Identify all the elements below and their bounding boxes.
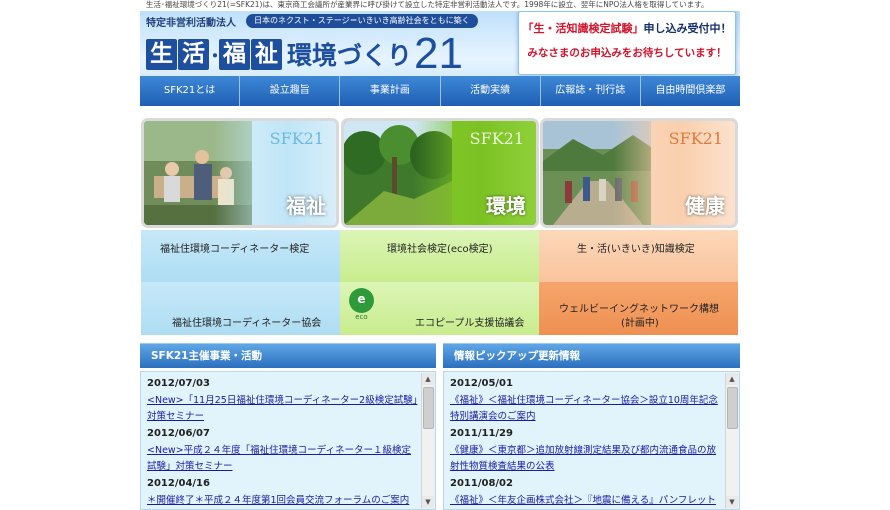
entry-list: 2012/07/03 <New>「11月25日福祉住環境コーディネーター2級検定… [147, 376, 419, 509]
entry-link[interactable]: 《福祉》＜年友企画株式会社＞『地震に備える』パンフレットのご [450, 493, 723, 509]
tile-welfare[interactable]: SFK21 福祉 [141, 118, 339, 228]
entry-link[interactable]: 《健康》＜東京都＞追加放射線測定結果及び都内流通食品の放射性物質検査結果の公表 [450, 443, 723, 475]
notice-exam-name: 「生・活知識検定試験」 [522, 22, 644, 35]
panel-scroll-area[interactable]: 2012/05/01 《福祉》＜福祉住環境コーディネーター協会＞設立10周年記念… [443, 371, 740, 510]
nav-purpose[interactable]: 設立趣旨 [240, 76, 341, 106]
logo-number: 21 [414, 29, 463, 78]
program-label: ウェルビーイングネットワーク構想 [559, 304, 719, 315]
nav-about[interactable]: SFK21とは [140, 76, 241, 106]
site-description: 生活･福祉環境づくり21(=SFK21)は、東京商工会議所が産業界に呼び掛けて設… [146, 0, 709, 9]
nav-publications[interactable]: 広報誌・刊行誌 [541, 76, 641, 106]
eco-people-logo-icon: e [349, 288, 374, 313]
scroll-thumb[interactable] [423, 387, 434, 429]
tile-label: 福祉 [286, 194, 326, 218]
entry-date: 2011/08/02 [450, 478, 513, 489]
entry-date: 2012/04/16 [147, 478, 210, 489]
logo-text: 環境づくり [287, 41, 413, 70]
logo-char: 祉 [251, 38, 282, 70]
site-header: 特定非営利活動法人 日本のネクスト・ステージ＝いきいき高齢社会をともに築く 生活… [140, 11, 740, 79]
scroll-down-icon[interactable]: ▼ [726, 496, 738, 508]
tile-label: 健康 [685, 194, 725, 218]
panel-title: SFK21主催事業・活動 [140, 343, 436, 368]
scrollbar[interactable]: ▲ ▼ [421, 373, 434, 508]
tile-health[interactable]: SFK21 健康 [540, 118, 738, 228]
exam-notice-banner[interactable]: 「生・活知識検定試験」申し込み受付中！ みなさまのお申込みをお待ちしています！ [518, 11, 736, 75]
tile-code: SFK21 [469, 129, 524, 148]
program-label: 福祉住環境コーディネーター検定 [160, 244, 310, 255]
notice-line-2: みなさまのお申込みをお待ちしています！ [527, 47, 727, 59]
logo-dot: ･ [210, 43, 220, 68]
program-welfare-association[interactable]: 福祉住環境コーディネーター協会 [141, 282, 340, 335]
notice-status: 申し込み受付中！ [643, 22, 732, 35]
panel-title: 情報ピックアップ更新情報 [443, 343, 740, 368]
program-label: エコピープル支援協議会 [415, 318, 525, 329]
program-status: (計画中) [621, 318, 659, 329]
org-type-label: 特定非営利活動法人 [146, 18, 236, 29]
main-nav: SFK21とは 設立趣旨 事業計画 活動実績 広報誌・刊行誌 自由時間倶楽部 [140, 76, 740, 106]
entry-date: 2012/06/07 [147, 428, 210, 439]
eco-people-logo-text: eco [355, 313, 368, 321]
scroll-up-icon[interactable]: ▲ [726, 373, 738, 385]
panel-scroll-area[interactable]: 2012/07/03 <New>「11月25日福祉住環境コーディネーター2級検定… [140, 371, 436, 510]
scroll-thumb[interactable] [727, 387, 738, 429]
logo-char: 福 [219, 38, 250, 70]
program-life-exam[interactable]: 生・活(いきいき)知識検定 [539, 230, 738, 282]
events-panel: SFK21主催事業・活動 2012/07/03 <New>「11月25日福祉住環… [140, 343, 436, 510]
entry-link[interactable]: <New>平成２４年度「福祉住環境コーディネーター１級検定試験」対策セミナー [147, 443, 419, 475]
nav-plan[interactable]: 事業計画 [340, 76, 441, 106]
site-logo[interactable]: 生活･福祉 環境づくり 21 [146, 29, 463, 78]
entry-list: 2012/05/01 《福祉》＜福祉住環境コーディネーター協会＞設立10周年記念… [450, 376, 723, 509]
program-label: 生・活(いきいき)知識検定 [577, 244, 695, 255]
program-welfare-exam[interactable]: 福祉住環境コーディネーター検定 [141, 230, 340, 282]
entry-link[interactable]: <New>「11月25日福祉住環境コーディネーター2級検定試験」対策セミナー [147, 393, 419, 425]
tile-environment[interactable]: SFK21 環境 [341, 118, 539, 228]
entry-date: 2012/07/03 [147, 378, 210, 389]
program-wellbeing-network[interactable]: ウェルビーイングネットワーク構想 (計画中) [539, 282, 738, 335]
program-label: 福祉住環境コーディネーター協会 [172, 318, 322, 329]
notice-line-1: 「生・活知識検定試験」申し込み受付中！ [519, 20, 735, 36]
scroll-down-icon[interactable]: ▼ [422, 496, 434, 508]
logo-char: 活 [178, 38, 209, 70]
tile-code: SFK21 [668, 129, 723, 148]
tagline-pill: 日本のネクスト・ステージ＝いきいき高齢社会をともに築く [246, 14, 478, 28]
nav-results[interactable]: 活動実績 [441, 76, 541, 106]
tile-label: 環境 [486, 194, 526, 218]
program-label: 環境社会検定(eco検定) [387, 244, 493, 255]
scroll-up-icon[interactable]: ▲ [422, 373, 434, 385]
program-eco-exam[interactable]: 環境社会検定(eco検定) [340, 230, 539, 282]
logo-char: 生 [146, 38, 177, 70]
entry-link[interactable]: ＊開催終了＊平成２４年度第1回会員交流フォーラムのご案内 [147, 493, 419, 509]
entry-link[interactable]: 《福祉》＜福祉住環境コーディネーター協会＞設立10周年記念特別講演会のご案内 [450, 393, 723, 425]
entry-date: 2012/05/01 [450, 378, 513, 389]
tile-code: SFK21 [269, 129, 324, 148]
entry-date: 2011/11/29 [450, 428, 513, 439]
program-ecopeople[interactable]: e eco エコピープル支援協議会 [340, 282, 539, 335]
scrollbar[interactable]: ▲ ▼ [725, 373, 738, 508]
info-pickup-panel: 情報ピックアップ更新情報 2012/05/01 《福祉》＜福祉住環境コーディネー… [443, 343, 740, 510]
nav-club[interactable]: 自由時間倶楽部 [641, 76, 740, 106]
